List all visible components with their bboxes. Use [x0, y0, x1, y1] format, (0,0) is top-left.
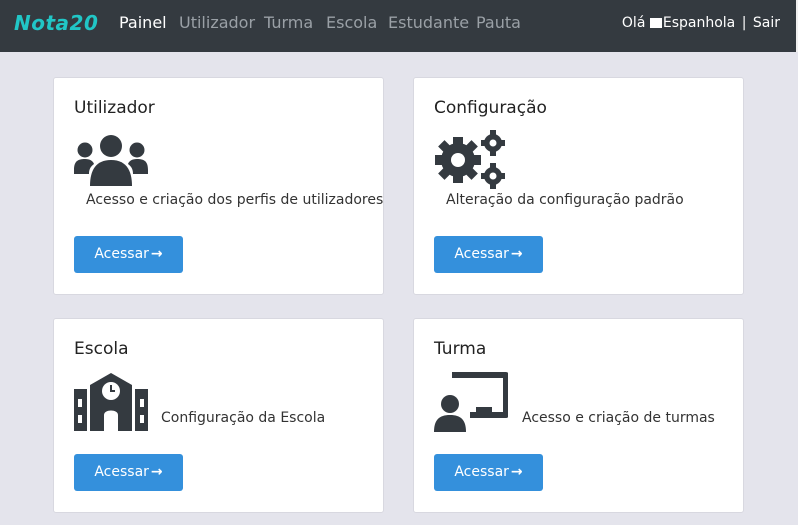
- greeting-text: Olá: [621, 15, 646, 31]
- card-description: Acesso e criação dos perfis de utilizado…: [86, 192, 384, 208]
- top-navbar: Nota20 Painel Utilizador Turma Escola Es…: [0, 0, 798, 52]
- school-icon: [74, 371, 148, 435]
- access-button[interactable]: Acessar →: [434, 236, 543, 273]
- nav-item-turma[interactable]: Turma: [264, 13, 313, 32]
- card-title: Configuração: [434, 98, 547, 118]
- separator: |: [741, 15, 747, 31]
- button-label: Acessar: [94, 464, 149, 480]
- button-label: Acessar: [94, 246, 149, 262]
- nav-item-pauta[interactable]: Pauta: [476, 13, 521, 32]
- access-button[interactable]: Acessar →: [434, 454, 543, 491]
- access-button[interactable]: Acessar →: [74, 236, 183, 273]
- user-area: Olá Espanhola | Sair: [622, 15, 780, 31]
- card-description: Configuração da Escola: [161, 410, 326, 426]
- button-label: Acessar: [454, 464, 509, 480]
- user-name: Espanhola: [662, 15, 736, 31]
- access-button[interactable]: Acessar →: [74, 454, 183, 491]
- card-description: Acesso e criação de turmas: [522, 410, 715, 426]
- card-title: Utilizador: [74, 98, 155, 118]
- arrow-right-icon: →: [510, 246, 523, 262]
- card-title: Escola: [74, 339, 129, 359]
- card-escola: Escola Configuração da Escola Acessar →: [53, 318, 384, 513]
- nav-item-painel[interactable]: Painel: [119, 13, 167, 32]
- users-icon: [74, 134, 148, 190]
- flag-icon: [649, 18, 662, 28]
- arrow-right-icon: →: [150, 464, 163, 480]
- card-utilizador: Utilizador Acesso e criação dos perfis d…: [53, 77, 384, 295]
- card-configuracao: Configuração Alteração da configuração p…: [413, 77, 744, 295]
- card-description: Alteração da configuração padrão: [446, 192, 684, 208]
- brand-logo[interactable]: Nota20: [14, 11, 98, 35]
- card-title: Turma: [434, 339, 487, 359]
- classroom-icon: [434, 372, 509, 436]
- nav-item-escola[interactable]: Escola: [326, 13, 377, 32]
- card-turma: Turma Acesso e criação de turmas Acessar…: [413, 318, 744, 513]
- button-label: Acessar: [454, 246, 509, 262]
- arrow-right-icon: →: [510, 464, 523, 480]
- arrow-right-icon: →: [150, 246, 163, 262]
- nav-item-estudante[interactable]: Estudante: [388, 13, 469, 32]
- nav-item-utilizador[interactable]: Utilizador: [179, 13, 255, 32]
- gears-icon: [434, 130, 508, 194]
- logout-link[interactable]: Sair: [753, 15, 780, 31]
